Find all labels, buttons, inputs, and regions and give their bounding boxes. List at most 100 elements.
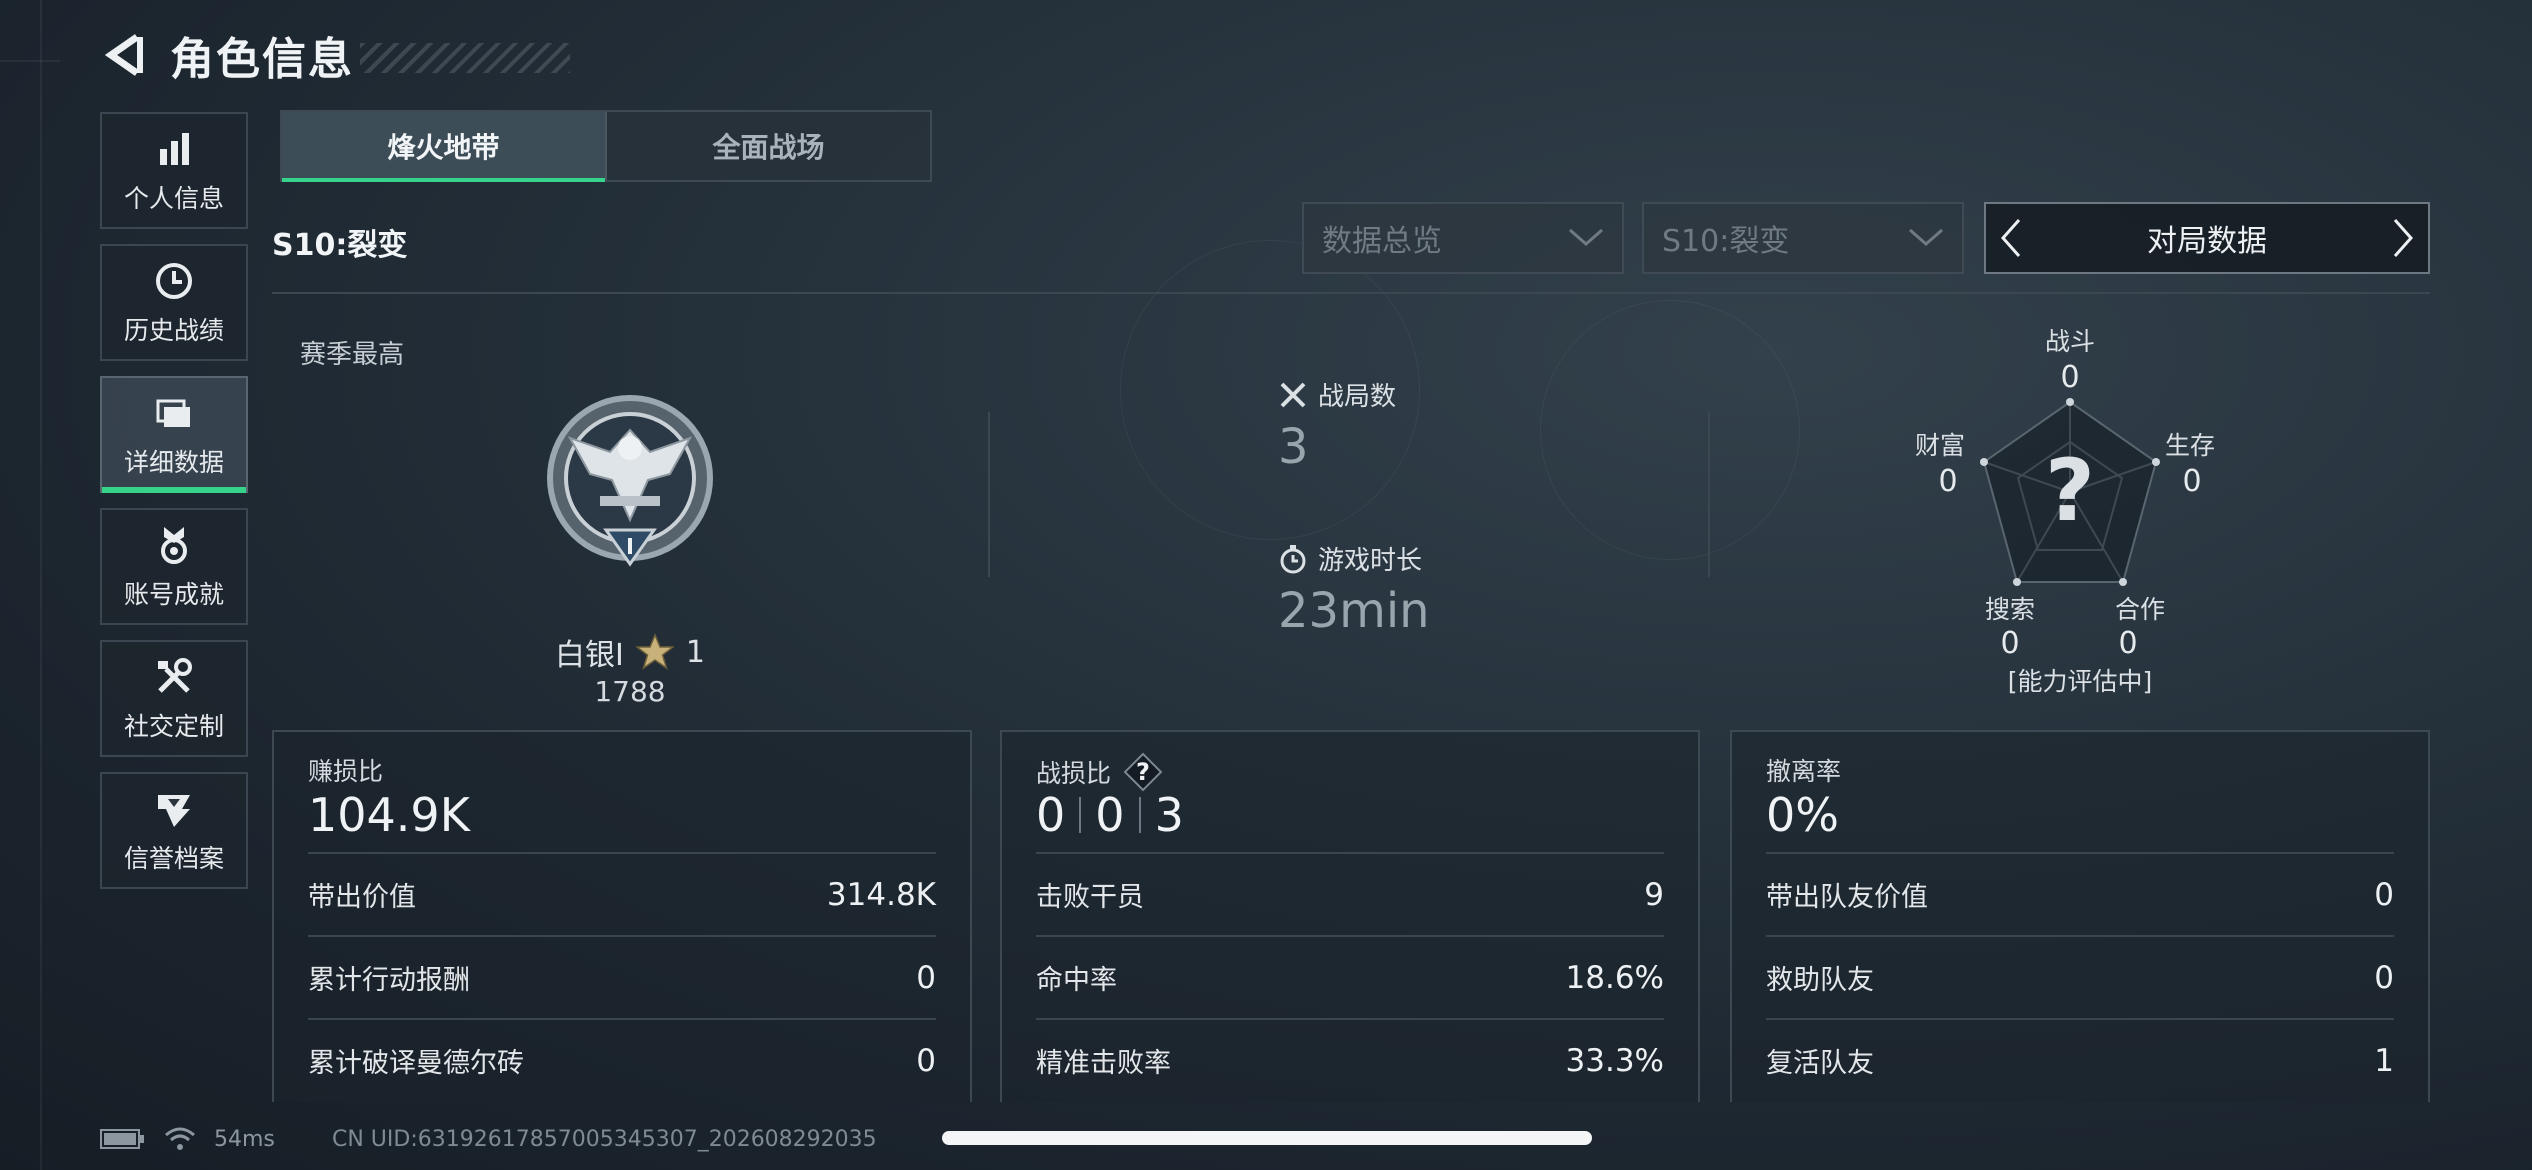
status-bar: 54ms: [100, 1126, 275, 1152]
combat-ratio-header: 战损比 ?: [1036, 752, 1163, 792]
kd-display: 0 0 3: [1036, 788, 1184, 842]
row-value: 314.8K: [826, 876, 936, 913]
table-row: 命中率 18.6%: [1036, 935, 1664, 1018]
radar-center-mark: ?: [2045, 441, 2095, 541]
extract-rate-label: 撤离率: [1766, 757, 1842, 786]
table-row: 累计行动报酬 0: [308, 935, 936, 1018]
silver-rank-emblem-icon: [547, 395, 713, 567]
kd-value: 0: [1095, 788, 1125, 842]
pager-next-button[interactable]: [2378, 203, 2428, 273]
sidebar-item-label: 详细数据: [123, 447, 224, 477]
radar-value-cooperation: 0: [2118, 626, 2138, 661]
sidebar-item-detailed-data[interactable]: 详细数据: [100, 376, 248, 493]
chevron-down-icon: [1569, 228, 1603, 246]
radar-label-combat: 战斗: [2044, 327, 2095, 356]
ability-radar: ? 战斗 0 生存 0 合作 0 搜索 0 财富 0 [能力评估中]: [1900, 322, 2260, 702]
extract-rate-value: 0%: [1766, 788, 1839, 842]
row-label: 复活队友: [1766, 1048, 1874, 1079]
view-pager: 对局数据: [1984, 202, 2430, 274]
data-scope-select[interactable]: 数据总览: [1302, 202, 1624, 274]
help-icon-mark: ?: [1136, 758, 1150, 786]
background-line: [40, 0, 42, 1170]
row-label: 命中率: [1036, 965, 1117, 996]
vertical-divider: [1708, 412, 1710, 577]
radar-value-survival: 0: [2182, 464, 2202, 499]
sidebar-item-social[interactable]: 社交定制: [100, 640, 248, 757]
table-row: 累计破译曼德尔砖 0: [308, 1018, 936, 1101]
radar-value-combat: 0: [2060, 360, 2080, 395]
combat-ratio-label: 战损比: [1036, 759, 1112, 788]
matches-value: 3: [1278, 419, 1309, 475]
data-scope-value: 数据总览: [1322, 224, 1442, 259]
folders-icon: [156, 399, 190, 427]
sidebar-item-credit[interactable]: 信誉档案: [100, 772, 248, 889]
tools-icon: [158, 657, 192, 693]
matches-label: 战局数: [1318, 382, 1397, 412]
rank-score: 1788: [594, 675, 666, 708]
sidebar-item-label: 信誉档案: [123, 843, 224, 873]
sidebar-item-label: 个人信息: [123, 183, 224, 213]
radar-value-wealth: 0: [1938, 464, 1958, 499]
stopwatch-icon: [1280, 544, 1306, 573]
row-label: 累计破译曼德尔砖: [308, 1048, 524, 1079]
wifi-icon: [165, 1127, 195, 1150]
page-header: 角色信息: [100, 22, 570, 88]
pager-prev-button[interactable]: [1986, 203, 2036, 273]
season-select[interactable]: S10:裂变: [1642, 202, 1964, 274]
row-label: 带出队友价值: [1766, 882, 1928, 913]
user-uid: CN UID:63192617857005345307_202608292035: [332, 1127, 877, 1152]
chevron-left-icon: [2000, 219, 2021, 257]
chevron-down-icon: [1909, 228, 1943, 246]
home-indicator[interactable]: [942, 1131, 1592, 1145]
crossed-swords-icon: [1280, 382, 1306, 407]
pager-label: 对局数据: [2147, 224, 2267, 259]
rank-line: 白银I 1: [540, 630, 720, 674]
sidebar-item-label: 历史战绩: [123, 315, 224, 345]
radar-label-search: 搜索: [1984, 595, 2035, 624]
table-row: 击败干员 9: [1036, 852, 1664, 935]
rank-name: 白银I: [555, 638, 624, 673]
back-arrow-icon: [104, 34, 143, 76]
title-decoration: [360, 43, 570, 73]
extract-panel: 撤离率 0% 带出队友价值 0 救助队友 0 复活队友 1: [1730, 730, 2430, 1102]
profit-panel: 赚损比 104.9K 带出价值 314.8K 累计行动报酬 0 累计破译曼德尔砖…: [272, 730, 972, 1102]
table-row: 带出队友价值 0: [1766, 852, 2394, 935]
playtime-value: 23min: [1278, 583, 1430, 639]
back-button[interactable]: [100, 25, 150, 85]
matches-stat: 战局数 3: [1278, 376, 1396, 475]
row-value: 0: [2374, 959, 2394, 996]
sidebar-item-personal-info[interactable]: 个人信息: [100, 112, 248, 229]
season-select-value: S10:裂变: [1662, 224, 1790, 259]
sidebar-item-label: 社交定制: [123, 711, 224, 741]
medal-icon: [161, 526, 187, 564]
kd-value: 3: [1154, 788, 1184, 842]
row-label: 击败干员: [1036, 882, 1144, 913]
profit-ratio-value: 104.9K: [308, 788, 470, 842]
sidebar-item-achievements[interactable]: 账号成就: [100, 508, 248, 625]
season-best-label: 赛季最高: [300, 340, 405, 370]
table-row: 带出价值 314.8K: [308, 852, 936, 935]
sidebar-item-history[interactable]: 历史战绩: [100, 244, 248, 361]
row-value: 1: [2374, 1042, 2394, 1079]
ping-value: 54ms: [214, 1126, 275, 1152]
vertical-divider: [988, 412, 990, 577]
tab-warzone[interactable]: 烽火地带: [282, 112, 605, 182]
radar-label-survival: 生存: [2164, 431, 2215, 460]
row-value: 9: [1644, 876, 1664, 913]
table-row: 救助队友 0: [1766, 935, 2394, 1018]
sidebar: 个人信息 历史战绩 详细数据 账号成就 社交定制 信誉档案: [100, 112, 248, 904]
radar-label-wealth: 财富: [1914, 431, 1965, 460]
playtime-label: 游戏时长: [1318, 546, 1423, 576]
help-button[interactable]: ?: [1123, 752, 1163, 792]
tab-full-battlefield[interactable]: 全面战场: [605, 112, 930, 180]
bar-chart-icon: [160, 132, 189, 165]
sidebar-item-label: 账号成就: [123, 579, 224, 609]
background-line: [0, 60, 60, 62]
kd-separator: [1138, 797, 1141, 833]
section-divider: [272, 292, 2430, 294]
row-value: 33.3%: [1565, 1042, 1664, 1079]
row-label: 救助队友: [1766, 965, 1874, 996]
row-label: 精准击败率: [1036, 1048, 1171, 1079]
background-circle: [1540, 300, 1800, 560]
kd-separator: [1079, 797, 1082, 833]
